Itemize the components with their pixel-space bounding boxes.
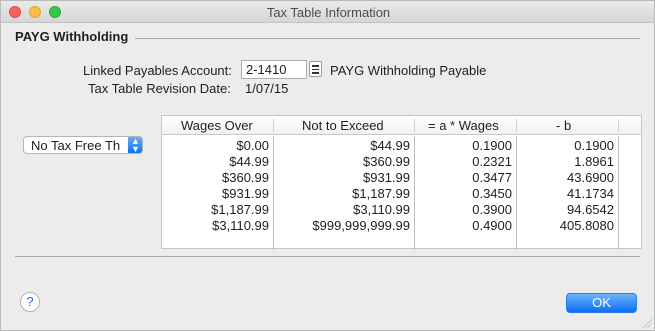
table-row[interactable]: $0.00 $44.99 0.1900 0.1900 bbox=[162, 137, 622, 153]
tax-scale-selected: No Tax Free Th bbox=[31, 138, 121, 153]
table-row[interactable]: $1,187.99 $3,110.99 0.3900 94.6542 bbox=[162, 201, 622, 217]
section-divider bbox=[135, 38, 640, 39]
tax-scale-popup[interactable]: No Tax Free Th ▲ ▼ bbox=[23, 136, 143, 154]
table-header: Wages Over Not to Exceed = a * Wages - b bbox=[162, 116, 641, 135]
revision-date-value: 1/07/15 bbox=[245, 81, 289, 96]
column-header-wages-over[interactable]: Wages Over bbox=[181, 118, 253, 133]
linked-account-name: PAYG Withholding Payable bbox=[330, 63, 487, 78]
bottom-divider bbox=[15, 256, 640, 257]
cell-b[interactable]: 0.1900 bbox=[162, 138, 614, 153]
table-row[interactable]: $360.99 $931.99 0.3477 43.6900 bbox=[162, 169, 622, 185]
help-button[interactable]: ? bbox=[20, 292, 40, 312]
column-divider bbox=[516, 119, 517, 132]
ok-button[interactable]: OK bbox=[566, 293, 637, 313]
table-row[interactable]: $44.99 $360.99 0.2321 1.8961 bbox=[162, 153, 622, 169]
column-divider bbox=[414, 119, 415, 132]
cell-b[interactable]: 94.6542 bbox=[162, 202, 614, 217]
table-row[interactable]: $3,110.99 $999,999,999.99 0.4900 405.808… bbox=[162, 217, 622, 233]
linked-account-label: Linked Payables Account: bbox=[83, 63, 232, 78]
up-down-arrows-icon: ▲ ▼ bbox=[128, 137, 142, 153]
cell-b[interactable]: 41.1734 bbox=[162, 186, 614, 201]
linked-account-input[interactable] bbox=[241, 60, 307, 79]
column-header-not-to-exceed[interactable]: Not to Exceed bbox=[302, 118, 384, 133]
column-divider bbox=[618, 119, 619, 132]
column-divider bbox=[273, 119, 274, 132]
tax-table-window: Tax Table Information PAYG Withholding L… bbox=[0, 0, 655, 331]
column-header-a-wages[interactable]: = a * Wages bbox=[428, 118, 499, 133]
question-icon: ? bbox=[26, 294, 34, 309]
list-icon[interactable] bbox=[309, 61, 322, 77]
table-row[interactable]: $931.99 $1,187.99 0.3450 41.1734 bbox=[162, 185, 622, 201]
column-header-b[interactable]: - b bbox=[556, 118, 571, 133]
cell-b[interactable]: 405.8080 bbox=[162, 218, 614, 233]
tax-table[interactable]: Wages Over Not to Exceed = a * Wages - b… bbox=[161, 115, 642, 250]
cell-b[interactable]: 43.6900 bbox=[162, 170, 614, 185]
section-title: PAYG Withholding bbox=[15, 29, 129, 44]
revision-date-label: Tax Table Revision Date: bbox=[88, 81, 231, 96]
title-bar[interactable]: Tax Table Information bbox=[1, 1, 654, 23]
window-title: Tax Table Information bbox=[266, 5, 391, 20]
resize-grip-icon[interactable] bbox=[642, 318, 652, 328]
cell-b[interactable]: 1.8961 bbox=[162, 154, 614, 169]
